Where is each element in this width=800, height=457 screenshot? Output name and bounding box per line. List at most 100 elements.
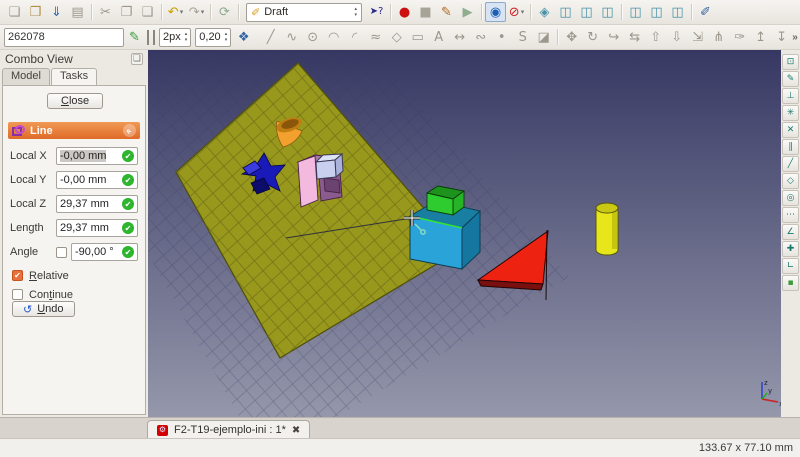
field-input[interactable]: 29,37 mm✔	[56, 219, 138, 237]
line-color-swatch[interactable]	[147, 30, 149, 45]
snap-ortho-icon[interactable]: ∟	[782, 258, 799, 274]
refresh-icon[interactable]: ⟳	[214, 2, 235, 22]
line-task-header[interactable]: Line «	[8, 122, 140, 139]
snap-intersection-icon[interactable]: ✕	[782, 122, 799, 138]
snap-dimensions-icon[interactable]: ⋯	[782, 207, 799, 223]
view-left-icon[interactable]: ◫	[667, 2, 688, 22]
copy-icon[interactable]: ❐	[116, 2, 137, 22]
snap-extension-icon[interactable]: ╱	[782, 156, 799, 172]
redo-dropdown-arrow[interactable]: ▾	[201, 8, 205, 16]
face-color-swatch[interactable]	[153, 30, 155, 45]
workbench-spin-arrows[interactable]: ▴▾	[354, 6, 357, 18]
draft-line-icon[interactable]: ╱	[260, 27, 281, 47]
field-input[interactable]: -90,00 °✔	[71, 243, 138, 261]
draft-dimension-icon[interactable]: ↔	[449, 27, 470, 47]
draft-subelement-up-icon[interactable]: ↥	[750, 27, 771, 47]
macro-record-icon[interactable]: ●	[394, 2, 415, 22]
draft-point-icon[interactable]: •	[491, 27, 512, 47]
draft-scale-icon[interactable]: ⇲	[687, 27, 708, 47]
print-icon[interactable]: ▤	[67, 2, 88, 22]
3d-viewport[interactable]: z y x	[148, 50, 781, 417]
macro-edit-icon[interactable]: ✎	[436, 2, 457, 22]
snap-perpendicular-icon[interactable]: ⊥	[782, 88, 799, 104]
snap-midpoint-icon[interactable]: ◇	[782, 173, 799, 189]
draft-arc-3points-icon[interactable]: ◜	[344, 27, 365, 47]
snap-grid-icon[interactable]: ✳	[782, 105, 799, 121]
close-button[interactable]: Close	[47, 93, 103, 109]
field-input[interactable]: -0,00 mm✔	[56, 147, 138, 165]
snap-endpoint-icon[interactable]: ✎	[782, 71, 799, 87]
draft-upgrade-icon[interactable]: ⇧	[645, 27, 666, 47]
draw-style-icon[interactable]: ⊘▾	[506, 2, 527, 22]
line-width-spin[interactable]: 2px ▴▾	[159, 28, 191, 47]
view-right-icon[interactable]: ◫	[597, 2, 618, 22]
document-tab[interactable]: ⚙ F2-T19-ejemplo-ini : 1* ✖	[147, 420, 310, 439]
tab-model[interactable]: Model	[2, 68, 50, 85]
undo-button[interactable]: ↺ Undo	[12, 301, 75, 317]
draft-edit-icon[interactable]: ✑	[729, 27, 750, 47]
draft-downgrade-icon[interactable]: ⇩	[666, 27, 687, 47]
draft-wire-icon[interactable]: ∿	[281, 27, 302, 47]
draft-subelement-down-icon[interactable]: ↧	[771, 27, 792, 47]
view-rear-icon[interactable]: ◫	[625, 2, 646, 22]
snap-center-icon[interactable]: ◎	[782, 190, 799, 206]
relative-checkbox[interactable]: ✔	[12, 270, 23, 281]
field-input[interactable]: -0,00 mm✔	[56, 171, 138, 189]
draft-facebinder-icon[interactable]: ◪	[533, 27, 554, 47]
workbench-selector[interactable]: ✐ Draft ▴▾	[246, 3, 362, 22]
undo-dropdown-arrow[interactable]: ▾	[180, 8, 184, 16]
field-input[interactable]: 29,37 mm✔	[56, 195, 138, 213]
draft-move-icon[interactable]: ✥	[561, 27, 582, 47]
undo-icon[interactable]: ↶▾	[165, 2, 186, 22]
draft-text-icon[interactable]: A	[428, 27, 449, 47]
snap-parallel-icon[interactable]: ∥	[782, 139, 799, 155]
view-bottom-icon[interactable]: ◫	[646, 2, 667, 22]
spin-arrows-icon[interactable]: ▴▾	[185, 31, 188, 43]
draft-arc-icon[interactable]: ◠	[323, 27, 344, 47]
snap-special-icon[interactable]: ✚	[782, 241, 799, 257]
continue-checkbox[interactable]	[12, 289, 23, 300]
view-axonometric-icon[interactable]: ◈	[534, 2, 555, 22]
view-front-icon[interactable]: ◫	[555, 2, 576, 22]
whats-this-icon[interactable]: ➤?	[366, 2, 387, 22]
construction-mode-icon[interactable]: ✎	[124, 27, 145, 47]
save-file-icon[interactable]: ⇓	[46, 2, 67, 22]
snap-angle-icon[interactable]: ∠	[782, 224, 799, 240]
toolbar-overflow-chevron[interactable]: »	[792, 32, 800, 43]
draft-circle-icon[interactable]: ⊙	[302, 27, 323, 47]
macro-stop-icon[interactable]: ■	[415, 2, 436, 22]
macro-play-icon[interactable]: ▶	[457, 2, 478, 22]
draft-mirror-icon[interactable]: ⇆	[624, 27, 645, 47]
draft-offset-icon[interactable]: ↪	[603, 27, 624, 47]
view-top-icon[interactable]: ◫	[576, 2, 597, 22]
annotation-scale-field[interactable]	[4, 28, 124, 47]
collapse-icon[interactable]: «	[120, 121, 138, 139]
draft-trimex-icon[interactable]: ⋔	[708, 27, 729, 47]
redo-icon[interactable]: ↷▾	[186, 2, 207, 22]
draft-bezier-icon[interactable]: ∾	[470, 27, 491, 47]
snap-lock-icon[interactable]: ⊡	[782, 54, 799, 70]
draft-rotate-icon[interactable]: ↻	[582, 27, 603, 47]
tab-close-icon[interactable]: ✖	[292, 425, 300, 436]
paste-icon[interactable]: ❑	[137, 2, 158, 22]
draft-polygon-icon[interactable]: ◇	[386, 27, 407, 47]
open-file-icon[interactable]: ❒	[25, 2, 46, 22]
apply-style-icon[interactable]: ❖	[233, 27, 254, 47]
green-cube-object[interactable]	[427, 186, 464, 215]
text-scale-spin[interactable]: 0,20 ▴▾	[195, 28, 231, 47]
new-file-icon[interactable]: ❏	[4, 2, 25, 22]
snap-working-plane-icon[interactable]: ▪	[782, 275, 799, 291]
draft-bspline-icon[interactable]: ≈	[365, 27, 386, 47]
angle-checkbox[interactable]	[56, 247, 67, 258]
spin-arrows-icon[interactable]: ▴▾	[225, 31, 228, 43]
cut-icon[interactable]: ✂	[95, 2, 116, 22]
draft-rectangle-icon[interactable]: ▭	[407, 27, 428, 47]
yellow-cylinder-object[interactable]	[596, 203, 618, 255]
measure-distance-icon[interactable]: ✐	[695, 2, 716, 22]
checkbox-row-relative[interactable]: ✔Relative	[3, 266, 145, 285]
draft-shapestring-icon[interactable]: S	[512, 27, 533, 47]
float-panel-icon[interactable]: ❏	[131, 53, 143, 65]
tab-tasks[interactable]: Tasks	[51, 68, 97, 85]
draw-style-dropdown-arrow[interactable]: ▾	[521, 8, 525, 16]
fit-all-icon[interactable]: ◉	[485, 2, 506, 22]
